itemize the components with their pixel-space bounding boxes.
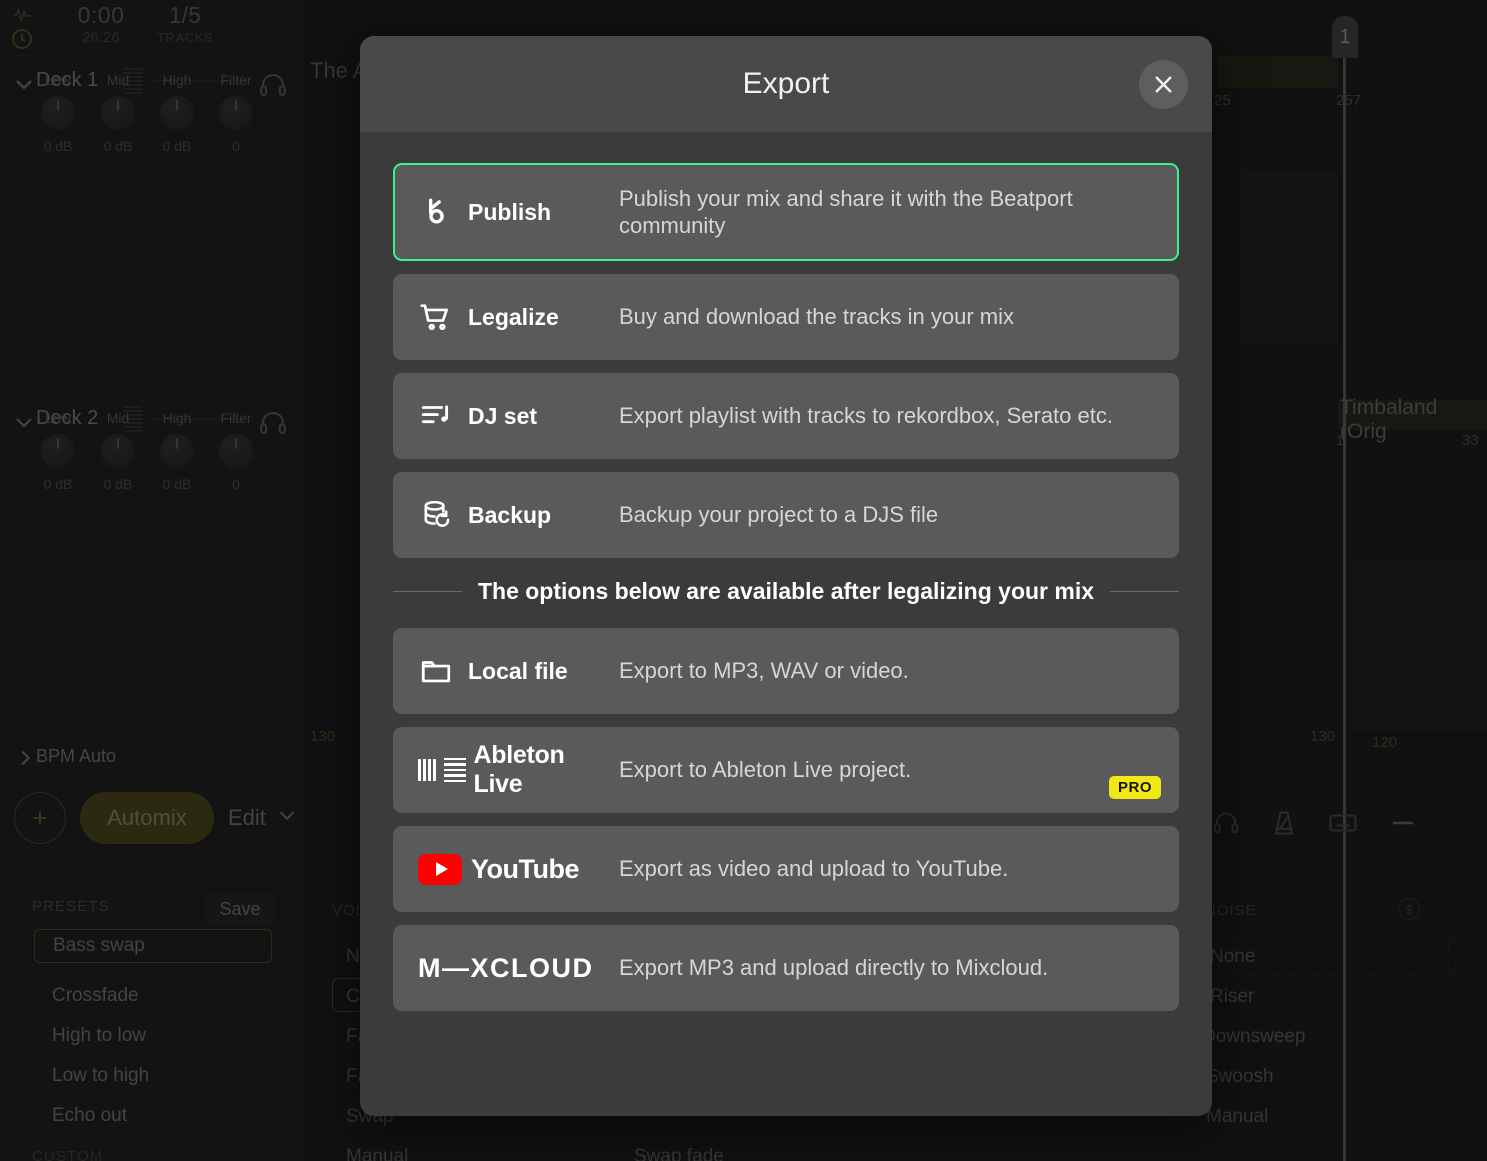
pro-badge: PRO <box>1108 776 1161 799</box>
option-description: Backup your project to a DJS file <box>619 502 939 528</box>
option-label: Ableton Live <box>473 741 565 798</box>
option-description: Publish your mix and share it with the B… <box>619 185 1073 239</box>
export-option-legalize[interactable]: Legalize Buy and download the tracks in … <box>393 274 1179 360</box>
option-label: Publish <box>468 198 552 225</box>
youtube-logo-icon: YouTube <box>418 853 579 885</box>
beatport-logo-icon <box>418 194 454 230</box>
export-dialog: Export Publish Publish your mix and shar… <box>360 36 1212 1116</box>
option-label: Local file <box>468 657 568 684</box>
export-option-local-file[interactable]: Local file Export to MP3, WAV or video. <box>393 628 1179 714</box>
folder-icon <box>418 653 454 689</box>
option-description: Export MP3 and upload directly to Mixclo… <box>619 955 1049 981</box>
dialog-header: Export <box>360 36 1212 132</box>
mixcloud-logo-icon: M—XCLOUD <box>418 952 594 983</box>
shopping-cart-icon <box>418 299 454 335</box>
dialog-title: Export <box>742 67 830 100</box>
export-option-publish[interactable]: Publish Publish your mix and share it wi… <box>393 163 1179 261</box>
playlist-note-icon <box>418 398 454 434</box>
dialog-body: Publish Publish your mix and share it wi… <box>360 132 1212 1046</box>
export-option-dj-set[interactable]: DJ set Export playlist with tracks to re… <box>393 373 1179 459</box>
divider-line-right <box>1110 591 1179 592</box>
database-restore-icon <box>418 497 454 533</box>
option-description: Export to MP3, WAV or video. <box>619 658 909 684</box>
divider-text: The options below are available after le… <box>477 578 1095 604</box>
export-option-youtube[interactable]: YouTube Export as video and upload to Yo… <box>393 826 1179 912</box>
export-option-mixcloud[interactable]: M—XCLOUD Export MP3 and upload directly … <box>393 925 1179 1011</box>
option-description: Export as video and upload to YouTube. <box>619 856 1009 882</box>
export-option-backup[interactable]: Backup Backup your project to a DJS file <box>393 472 1179 558</box>
option-description: Buy and download the tracks in your mix <box>619 304 1014 330</box>
option-description: Export playlist with tracks to rekordbox… <box>619 403 1113 429</box>
option-label: Backup <box>468 501 552 528</box>
option-description: Export to Ableton Live project. <box>619 757 912 783</box>
option-label: Legalize <box>468 303 559 330</box>
option-label: YouTube <box>471 853 579 884</box>
ableton-live-logo-icon: Ableton Live <box>418 741 619 799</box>
export-option-ableton-live[interactable]: Ableton Live Export to Ableton Live proj… <box>393 727 1179 813</box>
divider-line-left <box>393 591 462 592</box>
close-icon[interactable] <box>1139 60 1188 109</box>
legalize-divider: The options below are available after le… <box>393 578 1179 605</box>
option-label: DJ set <box>468 402 538 429</box>
